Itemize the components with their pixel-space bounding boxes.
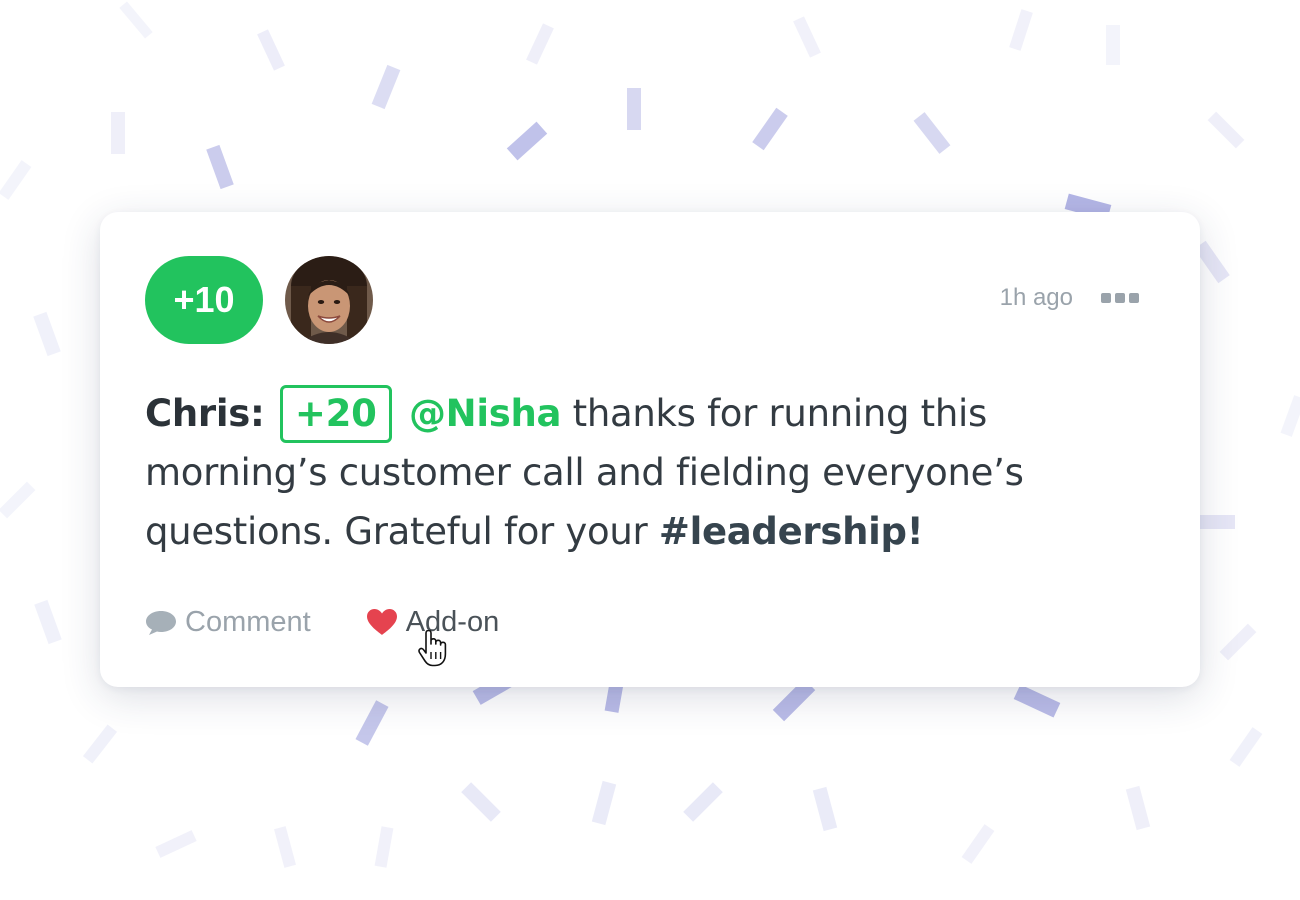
more-options-button[interactable] [1101,290,1139,306]
more-horizontal-icon [1101,293,1111,303]
speech-bubble-icon [145,608,177,636]
hashtag[interactable]: #leadership [659,510,907,553]
hand-pointer-icon [417,629,453,672]
message-text-end: ! [906,510,924,553]
comment-label: Comment [185,605,311,638]
recognition-post-card: +10 1h ago Chris: +20 @Nisha thanks for … [100,212,1200,687]
post-author: Chris: [145,392,265,435]
user-mention[interactable]: @Nisha [409,392,561,435]
award-points-tag: +20 [279,385,392,443]
post-message: Chris: +20 @Nisha thanks for running thi… [145,384,1165,561]
heart-icon [366,608,398,636]
points-badge: +10 [145,256,263,344]
avatar[interactable] [285,256,373,344]
post-timestamp: 1h ago [999,284,1073,311]
comment-button[interactable]: Comment [145,606,311,639]
